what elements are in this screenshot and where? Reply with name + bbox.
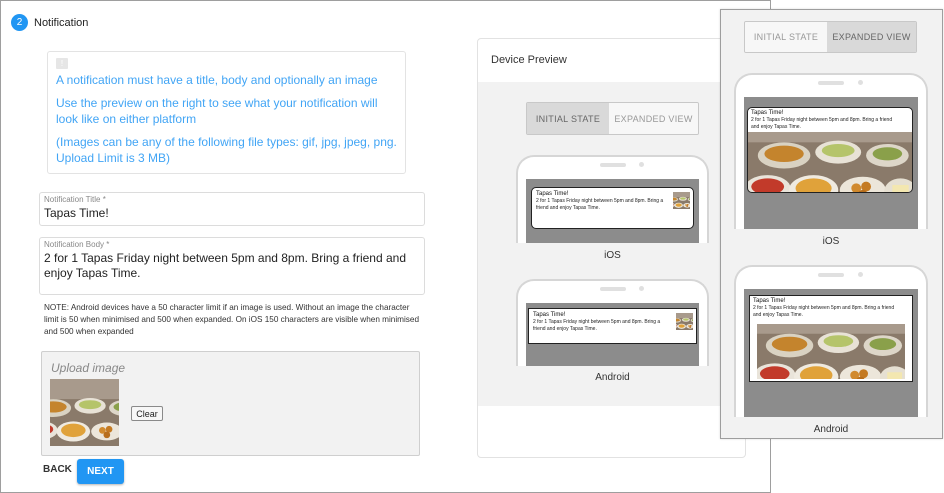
notification-preview-body: 2 for 1 Tapas Friday night between 5pm a… [536, 198, 664, 211]
notification-title-field[interactable]: Notification Title * Tapas Time! [39, 192, 425, 226]
expanded-preview-mode-toggle: INITIAL STATE EXPANDED VIEW [744, 21, 917, 53]
info-line: A notification must have a title, body a… [56, 73, 378, 87]
ios-phone-expanded: Tapas Time! 2 for 1 Tapas Friday night b… [734, 73, 928, 229]
phone-speaker [818, 81, 844, 85]
notification-expanded-image [748, 132, 912, 192]
notification-body-field[interactable]: Notification Body * 2 for 1 Tapas Friday… [39, 237, 425, 295]
ios-notification-collapsed: Tapas Time! 2 for 1 Tapas Friday night b… [531, 187, 694, 229]
uploaded-image-thumbnail [50, 379, 119, 446]
upload-image-label: Upload image [51, 361, 126, 375]
initial-state-tab[interactable]: INITIAL STATE [527, 103, 609, 134]
android-phone-preview: Tapas Time! 2 for 1 Tapas Friday night b… [516, 279, 709, 366]
ios-expanded-screen: Tapas Time! 2 for 1 Tapas Friday night b… [744, 97, 918, 229]
notification-body-input[interactable]: 2 for 1 Tapas Friday night between 5pm a… [44, 251, 420, 281]
ios-screen: Tapas Time! 2 for 1 Tapas Friday night b… [526, 179, 699, 243]
notification-preview-title: Tapas Time! [753, 298, 786, 304]
android-notification-collapsed: Tapas Time! 2 for 1 Tapas Friday night b… [528, 308, 697, 344]
clear-image-button[interactable]: Clear [131, 406, 163, 421]
expanded-preview-panel: INITIAL STATE EXPANDED VIEW Tapas Time! … [720, 9, 943, 439]
next-button[interactable]: NEXT [77, 459, 124, 484]
notification-expanded-image [757, 324, 905, 379]
notification-preview-title: Tapas Time! [536, 191, 569, 197]
phone-speaker [599, 163, 626, 167]
ios-label: iOS [822, 236, 840, 247]
notification-preview-body: 2 for 1 Tapas Friday night between 5pm a… [753, 305, 895, 318]
notification-preview-title: Tapas Time! [751, 110, 784, 116]
android-notification-expanded: Tapas Time! 2 for 1 Tapas Friday night b… [749, 295, 913, 382]
expanded-view-tab[interactable]: EXPANDED VIEW [827, 22, 916, 52]
device-preview-area: INITIAL STATE EXPANDED VIEW Tapas Time! … [478, 82, 745, 406]
info-text: A notification must have a title, body a… [56, 72, 397, 166]
info-line: (Images can be any of the following file… [56, 135, 397, 165]
android-screen: Tapas Time! 2 for 1 Tapas Friday night b… [526, 303, 699, 366]
character-limit-note: NOTE: Android devices have a 50 characte… [44, 303, 419, 336]
notification-title-input[interactable]: Tapas Time! [44, 206, 420, 221]
phone-camera [858, 272, 863, 277]
step-title: Notification [34, 16, 89, 29]
phone-camera [858, 80, 863, 85]
ios-label: iOS [604, 250, 621, 261]
info-line: Use the preview on the right to see what… [56, 96, 378, 126]
initial-state-tab[interactable]: INITIAL STATE [745, 22, 827, 52]
device-preview-card: Device Preview INITIAL STATE EXPANDED VI… [477, 38, 746, 458]
notification-preview-title: Tapas Time! [533, 312, 566, 318]
phone-camera [639, 286, 644, 291]
notification-editor: 2 Notification ! A notification must hav… [0, 0, 771, 493]
info-icon: ! [56, 58, 68, 69]
back-button[interactable]: BACK [43, 464, 72, 475]
info-box: ! A notification must have a title, body… [47, 51, 406, 174]
phone-camera [639, 162, 644, 167]
notification-thumbnail [673, 192, 690, 209]
notification-preview-body: 2 for 1 Tapas Friday night between 5pm a… [533, 319, 661, 332]
android-expanded-screen: Tapas Time! 2 for 1 Tapas Friday night b… [744, 289, 918, 417]
expanded-view-tab[interactable]: EXPANDED VIEW [609, 103, 698, 134]
ios-phone-preview: Tapas Time! 2 for 1 Tapas Friday night b… [516, 155, 709, 243]
ios-notification-expanded: Tapas Time! 2 for 1 Tapas Friday night b… [747, 107, 913, 193]
notification-body-label: Notification Body * [44, 240, 110, 249]
upload-image-panel[interactable]: Upload image Clear [41, 351, 420, 456]
preview-mode-toggle: INITIAL STATE EXPANDED VIEW [526, 102, 699, 135]
phone-speaker [818, 273, 844, 277]
step-header: 2 Notification [11, 14, 88, 31]
android-phone-expanded: Tapas Time! 2 for 1 Tapas Friday night b… [734, 265, 928, 417]
android-label: Android [813, 424, 849, 435]
notification-thumbnail [676, 313, 693, 330]
notification-title-label: Notification Title * [44, 195, 106, 204]
step-number-badge: 2 [11, 14, 28, 31]
notification-preview-body: 2 for 1 Tapas Friday night between 5pm a… [751, 117, 893, 130]
android-label: Android [595, 372, 630, 383]
phone-speaker [599, 287, 626, 291]
device-preview-title: Device Preview [491, 54, 567, 66]
